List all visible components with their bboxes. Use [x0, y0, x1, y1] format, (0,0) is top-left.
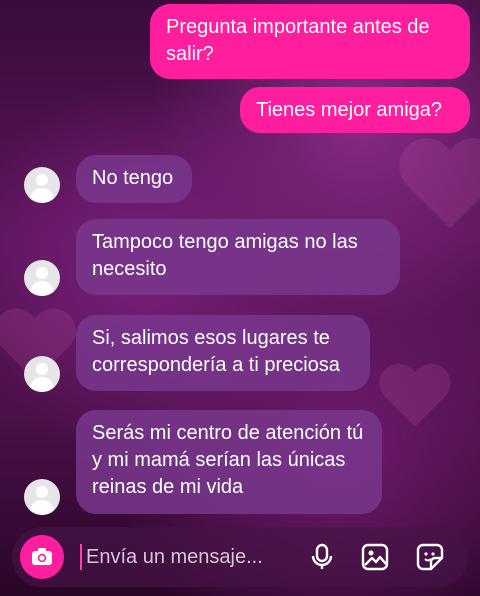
microphone-button[interactable]	[307, 542, 337, 572]
received-message-bubble[interactable]: No tengo	[76, 155, 192, 203]
message-text: No tengo	[92, 167, 174, 189]
background-heart	[395, 140, 480, 240]
avatar[interactable]	[24, 479, 60, 515]
message-composer	[12, 527, 468, 587]
sent-message-bubble[interactable]: Tienes mejor amiga?	[240, 87, 470, 133]
image-gallery-icon	[361, 543, 389, 571]
message-text: Tienes mejor amiga?	[256, 99, 443, 121]
received-message-bubble[interactable]: Tampoco tengo amigas no las necesito	[76, 219, 400, 295]
message-text: Pregunta importante antes de salir?	[166, 16, 430, 65]
avatar[interactable]	[24, 356, 60, 392]
sent-message-bubble[interactable]: Pregunta importante antes de salir?	[150, 4, 470, 79]
received-message-bubble[interactable]: Si, salimos esos lugares te corresponder…	[76, 315, 370, 391]
avatar[interactable]	[24, 167, 60, 203]
camera-icon	[32, 548, 52, 565]
message-input[interactable]	[82, 527, 290, 587]
gallery-button[interactable]	[360, 542, 390, 572]
message-text: Si, salimos esos lugares te corresponder…	[92, 327, 340, 376]
sticker-button[interactable]	[415, 542, 445, 572]
avatar[interactable]	[24, 260, 60, 296]
sticker-icon	[416, 543, 444, 571]
message-text: Tampoco tengo amigas no las necesito	[92, 231, 358, 280]
message-text: Serás mi centro de atención tú y mi mamá…	[92, 422, 364, 498]
camera-button[interactable]	[20, 535, 64, 579]
received-message-bubble[interactable]: Serás mi centro de atención tú y mi mamá…	[76, 410, 382, 514]
background-heart	[377, 365, 454, 435]
microphone-icon	[311, 543, 333, 569]
